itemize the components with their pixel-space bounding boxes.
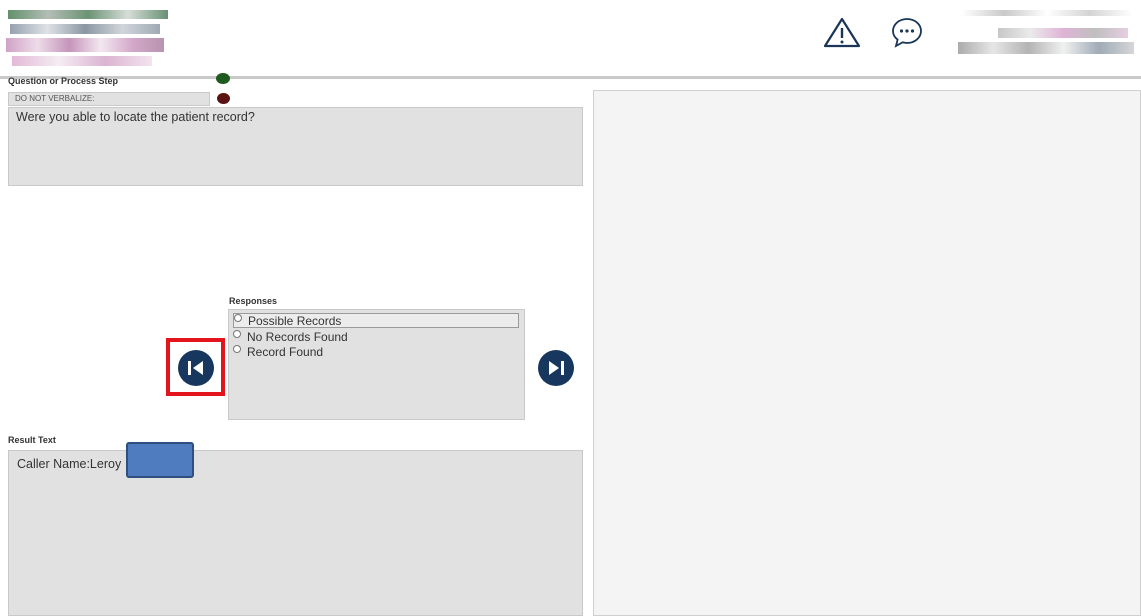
- skip-forward-icon: [549, 361, 564, 375]
- result-text-label: Result Text: [8, 435, 56, 445]
- question-text: Were you able to locate the patient reco…: [8, 107, 583, 186]
- responses-label: Responses: [229, 296, 278, 306]
- status-indicator-green: [216, 73, 230, 84]
- response-label: No Records Found: [247, 329, 348, 344]
- radio-button[interactable]: [233, 329, 241, 338]
- header-divider: [0, 76, 1141, 79]
- result-text: Caller Name:Leroy: [17, 457, 122, 471]
- response-label: Possible Records: [248, 313, 342, 328]
- do-not-verbalize-field: DO NOT VERBALIZE:: [8, 92, 210, 106]
- response-option[interactable]: Record Found: [233, 344, 323, 359]
- radio-button[interactable]: [233, 344, 241, 353]
- response-option[interactable]: Possible Records: [233, 313, 519, 328]
- result-text-area[interactable]: Caller Name:Leroy: [8, 450, 583, 616]
- response-option[interactable]: No Records Found: [233, 329, 348, 344]
- warning-icon[interactable]: [822, 16, 862, 48]
- radio-button[interactable]: [234, 313, 242, 322]
- right-content-panel: [593, 90, 1141, 616]
- app-header: [0, 0, 1141, 78]
- user-info: [958, 8, 1138, 64]
- forward-button[interactable]: [538, 350, 574, 386]
- responses-list[interactable]: Possible Records No Records Found Record…: [228, 309, 525, 420]
- question-section-label: Question or Process Step: [8, 76, 119, 86]
- chat-bubble-icon[interactable]: [890, 16, 924, 48]
- response-label: Record Found: [247, 344, 324, 359]
- status-indicator-red: [217, 93, 230, 104]
- redacted-name: [126, 442, 194, 478]
- logo: [6, 8, 174, 70]
- back-button[interactable]: [178, 350, 214, 386]
- skip-back-icon: [188, 361, 203, 375]
